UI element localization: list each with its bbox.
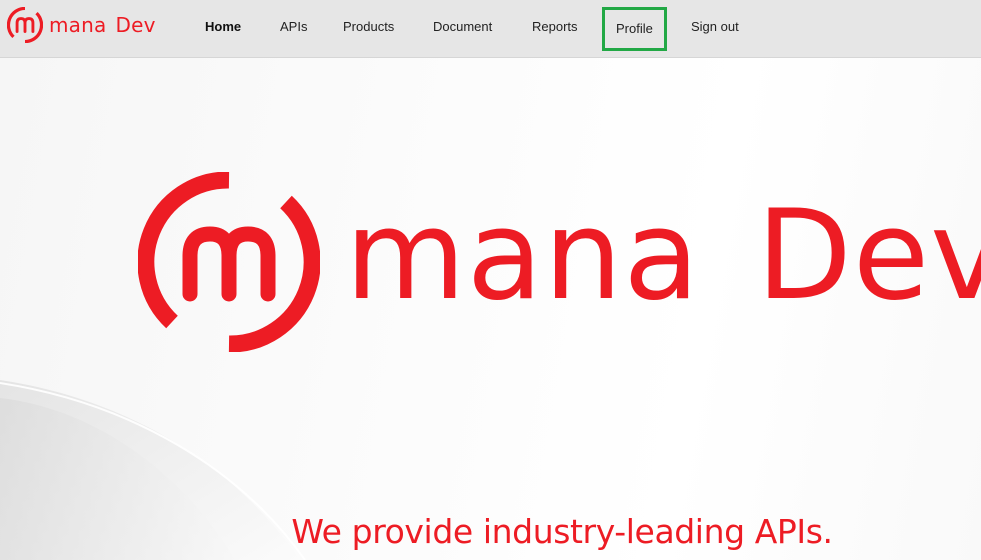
top-navbar: mana Dev Home APIs Products Document Rep… [0, 0, 981, 58]
nav-reports[interactable]: Reports [532, 19, 578, 35]
hero-tagline: We provide industry-leading APIs. [291, 512, 833, 551]
mana-hero-logo-icon [138, 172, 320, 352]
hero-word-mana: mana [345, 184, 701, 328]
hero-word-dev: Dev [756, 184, 981, 328]
nav-home[interactable]: Home [205, 19, 241, 35]
hero-wordmark: mana Dev [345, 194, 981, 318]
nav-apis[interactable]: APIs [280, 19, 307, 35]
nav-products[interactable]: Products [343, 19, 394, 35]
nav-sign-out[interactable]: Sign out [691, 19, 739, 35]
main-nav: Home APIs Products Document Reports Prof… [0, 0, 981, 58]
hero-banner: mana Dev We provide industry-leading API… [0, 58, 981, 560]
nav-profile[interactable]: Profile [602, 7, 667, 51]
nav-document[interactable]: Document [433, 19, 492, 35]
